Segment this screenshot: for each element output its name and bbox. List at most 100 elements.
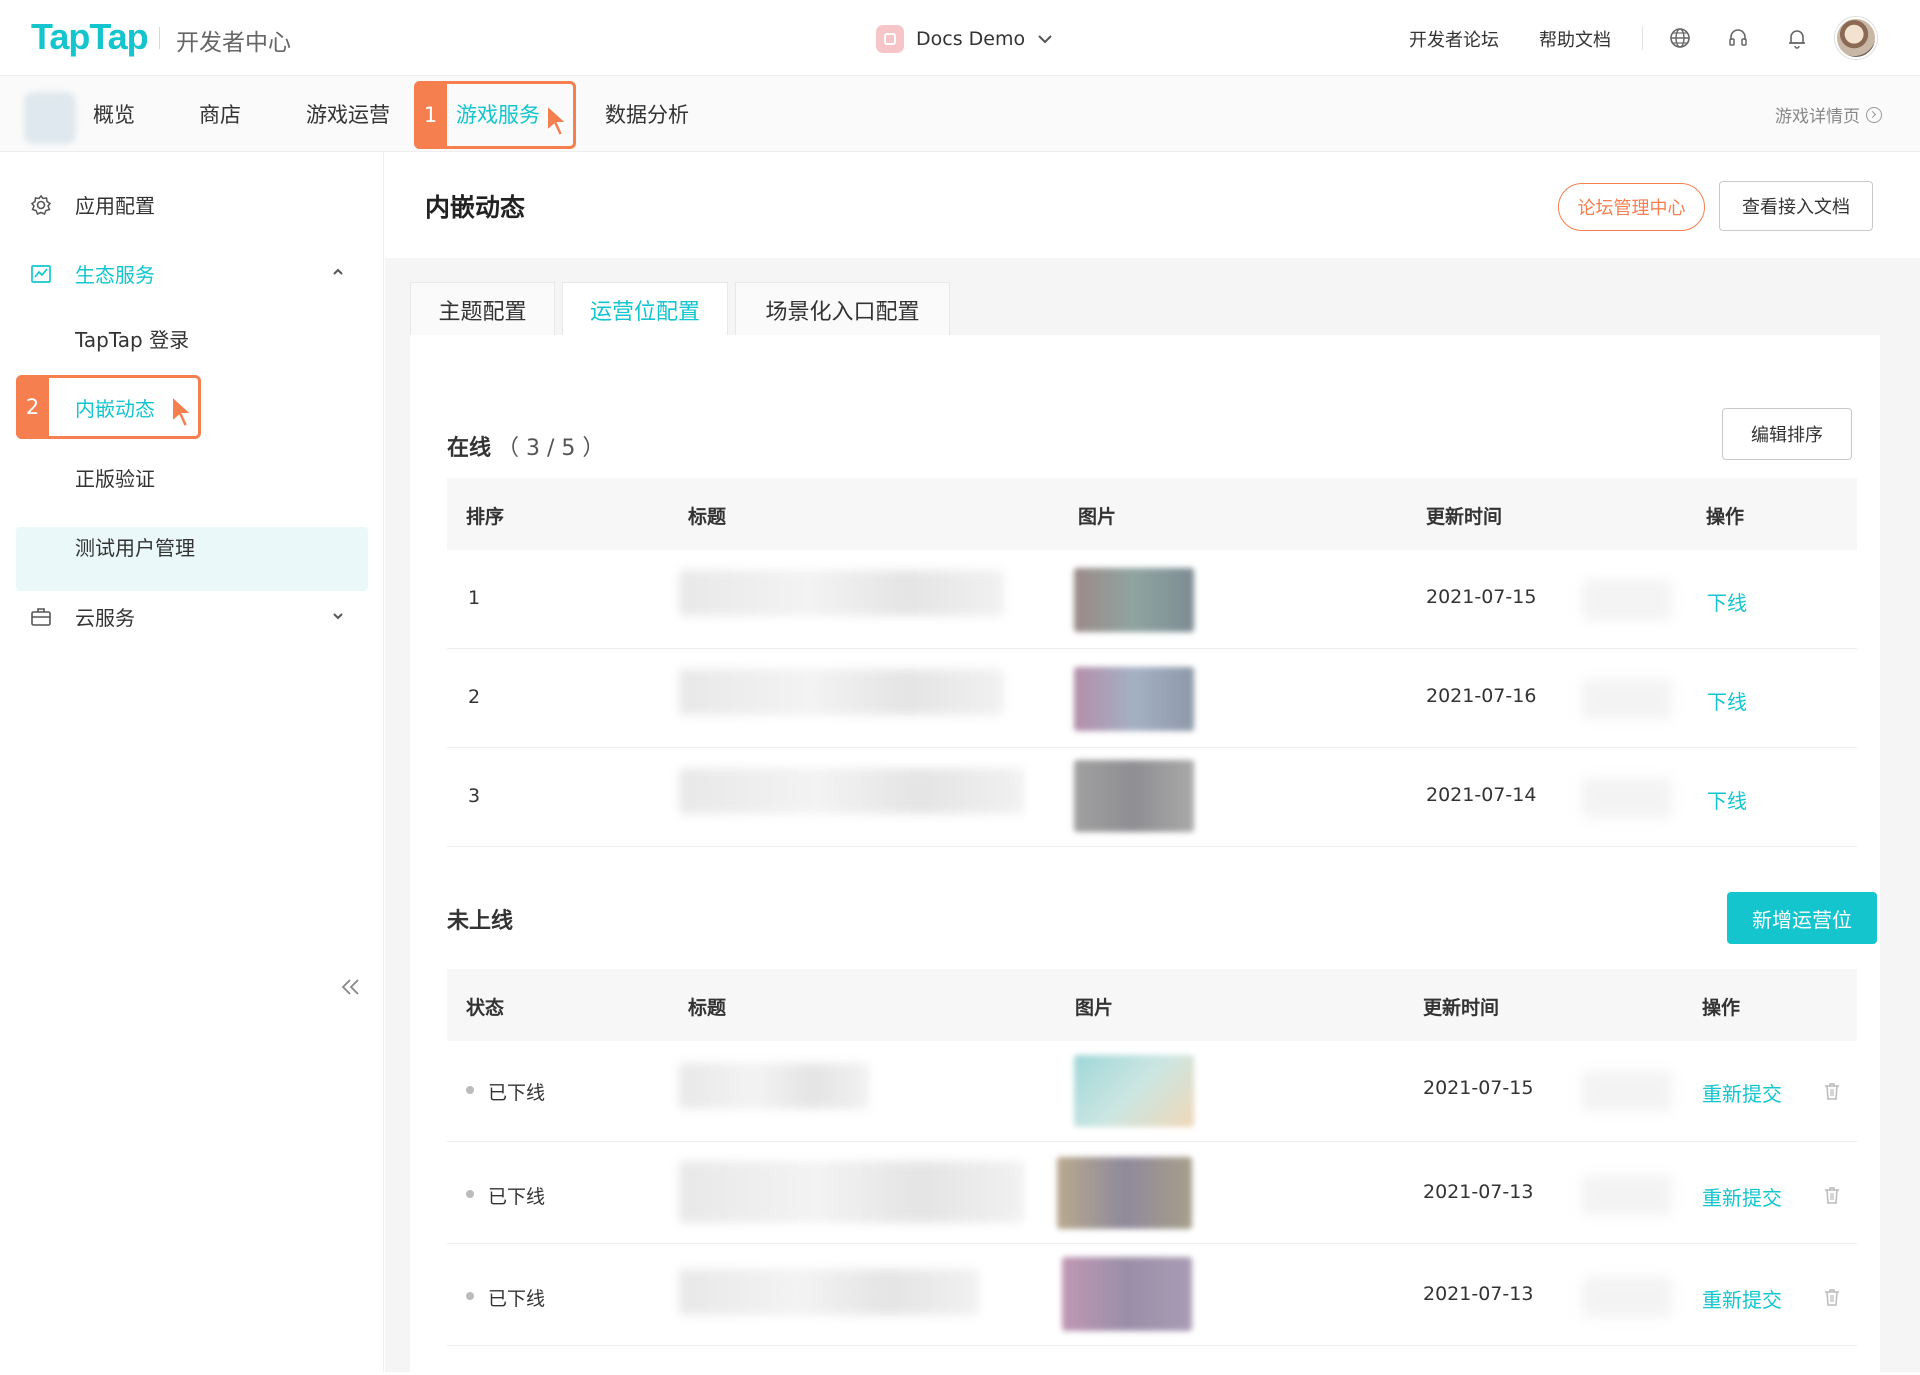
logo-divider bbox=[159, 27, 160, 49]
game-detail-label: 游戏详情页 bbox=[1775, 107, 1860, 127]
row-date: 2021-07-15 bbox=[1426, 586, 1537, 608]
column-header: 状态 bbox=[466, 997, 505, 1019]
blurred-time bbox=[1582, 778, 1672, 818]
row-date: 2021-07-15 bbox=[1423, 1077, 1534, 1099]
row-date: 2021-07-14 bbox=[1426, 784, 1537, 806]
resubmit-link[interactable]: 重新提交 bbox=[1702, 1182, 1782, 1211]
edit-sort-button[interactable]: 编辑排序 bbox=[1722, 408, 1852, 460]
collapse-sidebar-icon[interactable] bbox=[340, 978, 362, 996]
row-status: 已下线 bbox=[488, 1082, 546, 1104]
blurred-title bbox=[679, 1063, 869, 1109]
thumbnail-image bbox=[1057, 1157, 1192, 1229]
nav-game-operations[interactable]: 游戏运营 bbox=[306, 99, 390, 129]
trash-icon[interactable] bbox=[1824, 1186, 1840, 1204]
developer-forum-link[interactable]: 开发者论坛 bbox=[1409, 26, 1499, 52]
row-order: 1 bbox=[468, 587, 481, 609]
offline-action-link[interactable]: 下线 bbox=[1707, 785, 1747, 814]
column-header: 标题 bbox=[688, 997, 727, 1019]
chevron-down-icon bbox=[333, 613, 343, 620]
tab-theme-config[interactable]: 主题配置 bbox=[410, 282, 555, 336]
sidebar-group-eco-services[interactable]: 生态服务 bbox=[0, 244, 368, 302]
app-icon bbox=[876, 25, 904, 53]
nav-store[interactable]: 商店 bbox=[199, 99, 241, 129]
thumbnail-image bbox=[1074, 568, 1194, 632]
blurred-title bbox=[679, 669, 1004, 715]
row-date: 2021-07-16 bbox=[1426, 685, 1537, 707]
table-row: 已下线 2021-07-13 重新提交 bbox=[447, 1245, 1857, 1346]
globe-icon[interactable] bbox=[1667, 25, 1693, 51]
column-header: 操作 bbox=[1706, 506, 1745, 528]
row-order: 3 bbox=[468, 785, 481, 807]
offline-action-link[interactable]: 下线 bbox=[1707, 587, 1747, 616]
resubmit-link[interactable]: 重新提交 bbox=[1702, 1284, 1782, 1313]
sidebar-item-taptap-login[interactable]: TapTap 登录 bbox=[75, 324, 189, 353]
online-section-title: 在线 bbox=[447, 436, 492, 461]
sidebar-item-license-verification[interactable]: 正版验证 bbox=[75, 463, 155, 492]
chevron-down-icon bbox=[1038, 35, 1052, 44]
status-dot bbox=[466, 1190, 474, 1198]
column-header: 更新时间 bbox=[1423, 997, 1500, 1019]
blurred-time bbox=[1582, 1175, 1672, 1215]
nav-data-analysis[interactable]: 数据分析 bbox=[605, 99, 689, 129]
game-detail-link[interactable]: 游戏详情页 bbox=[1775, 102, 1882, 127]
arrow-circle-icon bbox=[1866, 106, 1882, 123]
row-date: 2021-07-13 bbox=[1423, 1181, 1534, 1203]
table-row: 2 2021-07-16 下线 bbox=[447, 649, 1857, 748]
help-docs-link[interactable]: 帮助文档 bbox=[1539, 26, 1611, 52]
sidebar-item-app-config[interactable]: 应用配置 bbox=[0, 175, 368, 233]
thumbnail-image bbox=[1074, 667, 1194, 731]
row-status: 已下线 bbox=[488, 1288, 546, 1310]
resubmit-link[interactable]: 重新提交 bbox=[1702, 1078, 1782, 1107]
row-status: 已下线 bbox=[488, 1186, 546, 1208]
column-header: 标题 bbox=[688, 506, 727, 528]
app-name: Docs Demo bbox=[916, 28, 1026, 50]
app-switcher[interactable]: Docs Demo bbox=[876, 24, 1053, 54]
view-docs-button[interactable]: 查看接入文档 bbox=[1719, 181, 1873, 231]
sidebar-item-label: 应用配置 bbox=[75, 193, 155, 218]
add-slot-button[interactable]: 新增运营位 bbox=[1727, 892, 1877, 944]
cursor-pointer-icon bbox=[171, 394, 195, 429]
top-header: TapTap 开发者中心 Docs Demo 开发者论坛 帮助文档 bbox=[0, 0, 1920, 76]
chevron-up-icon bbox=[333, 268, 343, 275]
table-row: 1 2021-07-15 下线 bbox=[447, 550, 1857, 649]
offline-table-header: 状态 标题 图片 更新时间 操作 bbox=[447, 969, 1857, 1041]
sidebar-group-cloud-services[interactable]: 云服务 bbox=[0, 587, 368, 645]
online-count: （ 3 / 5 ） bbox=[497, 436, 605, 461]
step1-badge: 1 bbox=[414, 81, 447, 149]
step2-badge: 2 bbox=[16, 375, 49, 439]
chart-icon bbox=[31, 265, 51, 283]
briefcase-icon bbox=[31, 608, 51, 626]
user-avatar[interactable] bbox=[1835, 17, 1877, 59]
game-icon bbox=[24, 92, 76, 144]
blurred-title bbox=[679, 768, 1024, 814]
online-table-header: 排序 标题 图片 更新时间 操作 bbox=[447, 478, 1857, 550]
blurred-title bbox=[679, 1269, 979, 1315]
blurred-title bbox=[679, 570, 1004, 616]
trash-icon[interactable] bbox=[1824, 1288, 1840, 1306]
column-header: 更新时间 bbox=[1426, 506, 1503, 528]
offline-action-link[interactable]: 下线 bbox=[1707, 686, 1747, 715]
tab-slot-config[interactable]: 运营位配置 bbox=[562, 282, 728, 336]
page-header: 内嵌动态 论坛管理中心 查看接入文档 bbox=[385, 152, 1920, 258]
table-row: 已下线 2021-07-15 重新提交 bbox=[447, 1041, 1857, 1142]
main-content: 内嵌动态 论坛管理中心 查看接入文档 主题配置 运营位配置 场景化入口配置 在线… bbox=[385, 152, 1920, 1375]
header-divider bbox=[1642, 26, 1643, 50]
tab-scene-entry-config[interactable]: 场景化入口配置 bbox=[735, 282, 950, 336]
nav-overview[interactable]: 概览 bbox=[93, 99, 135, 129]
sidebar-item-test-users[interactable]: 测试用户管理 bbox=[75, 532, 195, 561]
blurred-time bbox=[1582, 580, 1672, 620]
cursor-pointer-icon bbox=[546, 103, 570, 138]
taptap-logo[interactable]: TapTap bbox=[31, 16, 149, 58]
bell-icon[interactable] bbox=[1784, 25, 1810, 51]
thumbnail-image bbox=[1074, 1055, 1194, 1127]
thumbnail-image bbox=[1074, 760, 1194, 832]
blurred-time bbox=[1582, 1277, 1672, 1317]
headset-icon[interactable] bbox=[1725, 25, 1751, 51]
trash-icon[interactable] bbox=[1824, 1082, 1840, 1100]
blurred-time bbox=[1582, 679, 1672, 719]
content-card: 在线 （ 3 / 5 ） 编辑排序 排序 标题 图片 更新时间 操作 1 202… bbox=[410, 335, 1880, 1375]
thumbnail-image bbox=[1062, 1257, 1192, 1331]
forum-management-button[interactable]: 论坛管理中心 bbox=[1558, 183, 1705, 231]
offline-section-title: 未上线 bbox=[447, 909, 514, 934]
gear-icon bbox=[30, 194, 52, 215]
